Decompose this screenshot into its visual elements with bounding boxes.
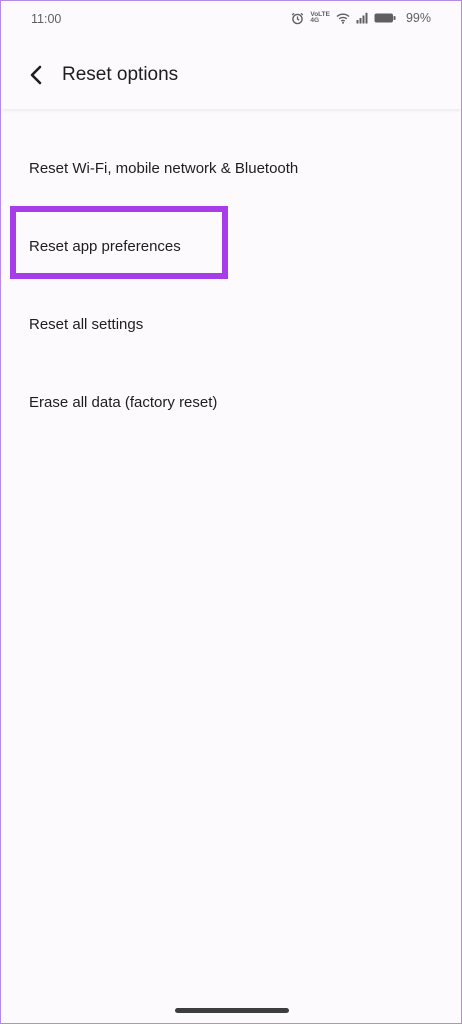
alarm-icon — [291, 12, 304, 25]
app-bar: Reset options — [1, 37, 461, 109]
battery-icon — [374, 12, 396, 24]
reset-network-option[interactable]: Reset Wi-Fi, mobile network & Bluetooth — [1, 129, 461, 189]
status-icons: VoLTE 4G 99% — [291, 11, 431, 25]
status-time: 11:00 — [31, 12, 62, 26]
battery-percent: 99% — [405, 11, 431, 25]
back-button[interactable] — [23, 61, 51, 89]
volte-icon: VoLTE 4G — [310, 11, 330, 25]
option-label: Reset Wi-Fi, mobile network & Bluetooth — [29, 160, 299, 177]
page-title: Reset options — [62, 64, 179, 85]
option-label: Reset app preferences — [29, 238, 181, 255]
chevron-left-icon — [30, 65, 42, 85]
option-label: Erase all data (factory reset) — [29, 394, 218, 411]
signal-icon — [356, 12, 368, 24]
wifi-icon — [336, 12, 350, 24]
phone-screen: 11:00 VoLTE 4G 99% Reset options Reset W… — [0, 0, 462, 1024]
reset-app-preferences-option[interactable]: Reset app preferences — [1, 207, 461, 267]
option-label: Reset all settings — [29, 316, 144, 333]
gesture-nav-handle[interactable] — [175, 1008, 289, 1013]
factory-reset-option[interactable]: Erase all data (factory reset) — [1, 363, 461, 423]
reset-all-settings-option[interactable]: Reset all settings — [1, 285, 461, 345]
status-bar: 11:00 VoLTE 4G 99% — [1, 1, 461, 37]
network-type-label: 4G — [310, 17, 320, 24]
